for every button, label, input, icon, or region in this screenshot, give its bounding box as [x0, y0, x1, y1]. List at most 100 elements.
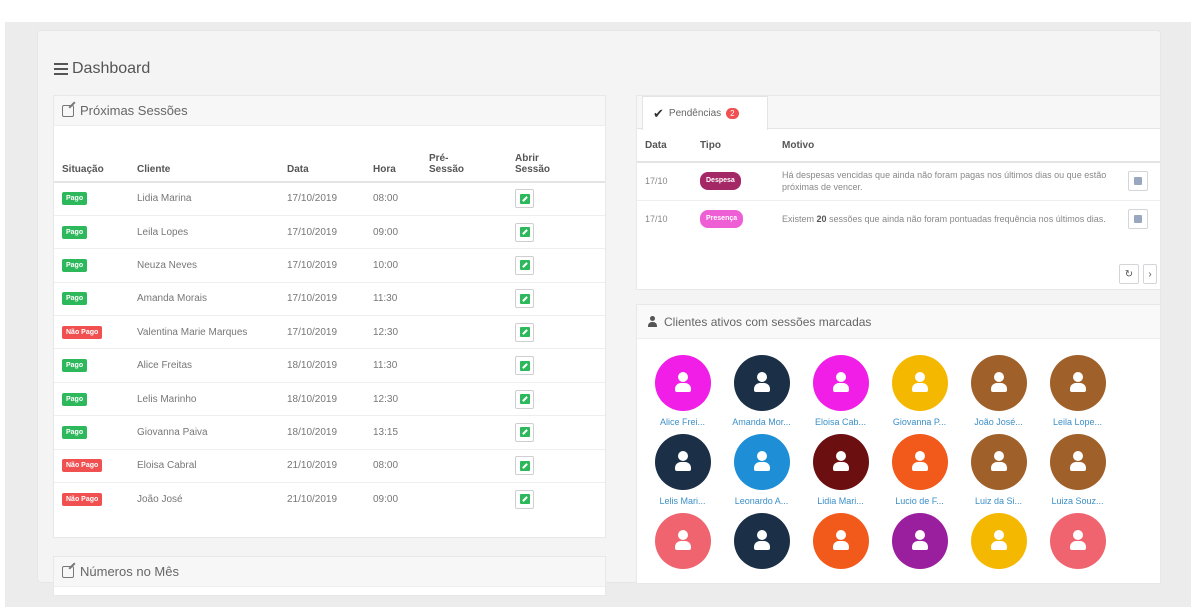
hour-cell: 10:00 [365, 248, 421, 283]
avatar[interactable] [812, 513, 869, 569]
avatar[interactable] [654, 513, 711, 569]
open-session-button[interactable] [515, 255, 534, 275]
open-session-button[interactable] [515, 189, 534, 209]
client-name-link[interactable]: João José... [974, 417, 1023, 429]
avatar[interactable] [733, 513, 790, 569]
client-item[interactable]: Leila Lope... [1038, 355, 1117, 429]
acknowledge-button[interactable] [1128, 209, 1148, 230]
client-item[interactable]: Lucio de F... [880, 434, 959, 508]
client-name-link[interactable]: Leonardo A... [735, 496, 789, 508]
open-session-button[interactable] [515, 456, 534, 476]
client-name-link[interactable]: Lucio de F... [895, 496, 944, 508]
avatar[interactable] [891, 355, 948, 411]
client-item[interactable]: Eloisa Cab... [801, 355, 880, 429]
open-session-cell [507, 448, 605, 483]
client-item[interactable] [722, 513, 801, 583]
user-icon [1072, 530, 1083, 540]
pre-session-cell [421, 181, 507, 216]
client-name-link[interactable]: Lelis Mari... [659, 496, 705, 508]
avatar[interactable] [970, 513, 1027, 569]
user-icon [993, 530, 1004, 540]
acknowledge-button[interactable] [1128, 171, 1148, 192]
client-name-link[interactable]: Amanda Mor... [732, 417, 791, 429]
table-row: Pago Leila Lopes 17/10/2019 09:00 [54, 214, 605, 249]
hour-cell: 12:30 [365, 315, 421, 349]
tab-pending[interactable]: ✔ Pendências 2 [642, 96, 768, 130]
client-item[interactable]: Leonardo A... [722, 434, 801, 508]
client-item[interactable]: Amanda Mor... [722, 355, 801, 429]
pending-table: Data Tipo Motivo 17/10 Despesa Há despesas… [637, 129, 1160, 238]
client-item[interactable]: João José... [959, 355, 1038, 429]
col-pre-session: Pré- Sessão [421, 126, 507, 183]
status-badge: Pago [62, 392, 88, 406]
pending-reason: Há despesas vencidas que ainda não foram… [774, 161, 1120, 200]
avatar[interactable] [1049, 513, 1106, 569]
edit-icon [519, 227, 530, 238]
avatar[interactable] [654, 434, 711, 490]
edit-icon [62, 104, 74, 117]
user-icon-body [832, 383, 849, 392]
avatar[interactable] [970, 434, 1027, 490]
client-name-link[interactable]: Luiza Souz... [1051, 496, 1103, 508]
client-item[interactable] [959, 513, 1038, 583]
thumbs-up-icon [1134, 215, 1142, 224]
client-item[interactable]: Luiz da Si... [959, 434, 1038, 508]
status-cell: Não Pago [54, 315, 129, 349]
open-session-button[interactable] [515, 289, 534, 309]
avatar[interactable] [733, 434, 790, 490]
edit-icon [519, 193, 530, 204]
table-row: Não Pago Valentina Marie Marques 17/10/201… [54, 315, 605, 349]
client-item[interactable]: Giovanna P... [880, 355, 959, 429]
client-name-link[interactable]: Luiz da Si... [975, 496, 1022, 508]
check-icon: ✔ [653, 105, 664, 121]
avatar[interactable] [812, 355, 869, 411]
client-item[interactable] [801, 513, 880, 583]
client-name-link[interactable]: Leila Lope... [1053, 417, 1102, 429]
date-cell: 18/10/2019 [279, 415, 365, 450]
client-item[interactable]: Alice Frei... [643, 355, 722, 429]
status-cell: Pago [54, 181, 129, 216]
open-session-button[interactable] [515, 356, 534, 376]
avatar[interactable] [812, 434, 869, 490]
client-item[interactable]: Lelis Mari... [643, 434, 722, 508]
user-icon-body [832, 462, 849, 471]
user-icon [993, 372, 1004, 382]
open-session-cell [507, 415, 605, 450]
status-cell: Pago [54, 381, 129, 416]
client-name-link[interactable]: Giovanna P... [893, 417, 946, 429]
user-icon [1072, 451, 1083, 461]
client-item[interactable]: Luiza Souz... [1038, 434, 1117, 508]
avatar[interactable] [970, 355, 1027, 411]
user-icon-body [674, 383, 691, 392]
date-cell: 17/10/2019 [279, 281, 365, 316]
dashboard-header: Dashboard [54, 60, 150, 78]
open-session-button[interactable] [515, 322, 534, 342]
user-icon-body [1069, 462, 1086, 471]
user-icon [914, 451, 925, 461]
avatar[interactable] [654, 355, 711, 411]
avatar[interactable] [1049, 355, 1106, 411]
col-reason: Motivo [774, 129, 1120, 163]
avatar[interactable] [733, 355, 790, 411]
pre-session-cell [421, 281, 507, 316]
client-item[interactable] [643, 513, 722, 583]
client-name-link[interactable]: Alice Frei... [660, 417, 705, 429]
user-icon [647, 316, 658, 327]
avatar[interactable] [1049, 434, 1106, 490]
refresh-button[interactable]: ↻ [1119, 264, 1139, 284]
open-session-button[interactable] [515, 422, 534, 442]
client-name-link[interactable]: Lidia Mari... [817, 496, 864, 508]
client-item[interactable] [880, 513, 959, 583]
open-session-button[interactable] [515, 222, 534, 242]
open-session-button[interactable] [515, 389, 534, 409]
user-icon-body [674, 462, 691, 471]
client-item[interactable]: Lidia Mari... [801, 434, 880, 508]
client-item[interactable] [1038, 513, 1117, 583]
open-session-button[interactable] [515, 489, 534, 509]
status-badge: Pago [62, 225, 88, 239]
avatar[interactable] [891, 513, 948, 569]
avatar[interactable] [891, 434, 948, 490]
open-session-cell [507, 381, 605, 416]
next-button[interactable]: › [1143, 264, 1157, 284]
client-name-link[interactable]: Eloisa Cab... [815, 417, 866, 429]
